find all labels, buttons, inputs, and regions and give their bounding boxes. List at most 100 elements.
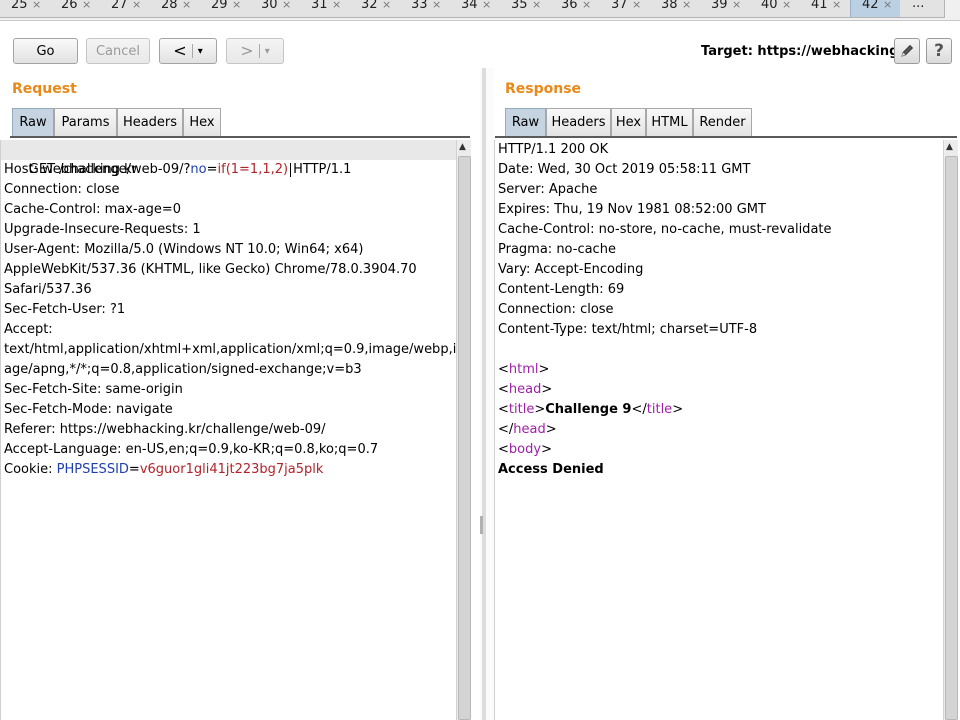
cancel-button[interactable]: Cancel — [86, 38, 150, 64]
request-header-line: text/html,application/xhtml+xml,applicat… — [4, 342, 469, 357]
request-header-line: Cache-Control: max-age=0 — [4, 202, 182, 217]
request-title: Request — [12, 81, 77, 97]
scroll-thumb[interactable] — [945, 156, 958, 720]
response-editor[interactable]: HTTP/1.1 200 OK Date: Wed, 30 Oct 2019 05… — [494, 140, 960, 720]
request-tab-raw[interactable]: Raw — [12, 108, 54, 136]
close-icon[interactable]: × — [532, 0, 541, 11]
tag-bracket: < — [498, 362, 509, 377]
close-icon[interactable]: × — [82, 0, 91, 11]
request-tab-33[interactable]: 33 × — [400, 0, 451, 18]
close-icon[interactable]: × — [682, 0, 691, 11]
close-icon[interactable]: × — [883, 0, 892, 11]
close-icon[interactable]: × — [382, 0, 391, 11]
close-icon[interactable]: × — [432, 0, 441, 11]
request-tab-31[interactable]: 31 × — [300, 0, 351, 18]
request-tab-params[interactable]: Params — [54, 108, 117, 136]
request-tab-28[interactable]: 28 × — [150, 0, 201, 18]
back-arrow-icon: < — [173, 41, 187, 60]
request-tab-label: 40 — [761, 0, 778, 12]
request-tab-32[interactable]: 32 × — [350, 0, 401, 18]
page-title-text: Challenge 9 — [545, 402, 632, 417]
scroll-up-icon[interactable]: ▲ — [459, 142, 466, 152]
request-tab-more[interactable]: ... — [900, 0, 945, 18]
close-icon[interactable]: × — [782, 0, 791, 11]
close-icon[interactable]: × — [282, 0, 291, 11]
question-icon: ? — [934, 41, 944, 61]
response-tab-raw[interactable]: Raw — [505, 108, 546, 136]
help-button[interactable]: ? — [926, 38, 952, 64]
response-tab-headers[interactable]: Headers — [546, 108, 611, 136]
tag-bracket: </ — [498, 422, 514, 437]
close-icon[interactable]: × — [32, 0, 41, 11]
request-tab-36[interactable]: 36 × — [550, 0, 601, 18]
request-tab-34[interactable]: 34 × — [450, 0, 501, 18]
request-header-line: Sec-Fetch-Site: same-origin — [4, 382, 183, 397]
edit-target-button[interactable] — [894, 38, 920, 64]
request-tab-42[interactable]: 42 × — [850, 0, 902, 18]
response-header-line: Content-Type: text/html; charset=UTF-8 — [498, 322, 758, 337]
response-header-line: Pragma: no-cache — [498, 242, 616, 257]
request-tab-41[interactable]: 41 × — [800, 0, 851, 18]
close-icon[interactable]: × — [832, 0, 841, 11]
tag-bracket: < — [498, 402, 509, 417]
close-icon[interactable]: × — [732, 0, 741, 11]
request-tab-30[interactable]: 30 × — [250, 0, 301, 18]
close-icon[interactable]: × — [582, 0, 591, 11]
cookie-value: v6guor1gli41jt223bg7ja5plk — [139, 462, 324, 477]
request-tab-hex[interactable]: Hex — [183, 108, 221, 136]
request-scrollbar[interactable]: ▲ — [456, 140, 471, 720]
response-tab-render[interactable]: Render — [693, 108, 752, 136]
response-tab-underline — [495, 136, 957, 138]
request-header-line: Safari/537.36 — [4, 282, 92, 297]
response-tab-html[interactable]: HTML — [646, 108, 693, 136]
close-icon[interactable]: × — [182, 0, 191, 11]
go-button[interactable]: Go — [13, 38, 78, 64]
back-button[interactable]: < ▾ — [159, 38, 217, 64]
request-tab-label: 42 — [862, 0, 879, 12]
request-tab-35[interactable]: 35 × — [500, 0, 551, 18]
pencil-icon — [901, 44, 914, 57]
request-header-line: age/apng,*/*;q=0.8,application/signed-ex… — [4, 362, 362, 377]
close-icon[interactable]: × — [482, 0, 491, 11]
request-tab-38[interactable]: 38 × — [650, 0, 701, 18]
close-icon[interactable]: × — [232, 0, 241, 11]
tag-bracket: </ — [631, 402, 647, 417]
request-tab-label: 34 — [461, 0, 478, 12]
request-tab-27[interactable]: 27 × — [100, 0, 151, 18]
scroll-up-icon[interactable]: ▲ — [946, 142, 953, 152]
scroll-thumb[interactable] — [458, 156, 471, 720]
close-icon[interactable]: × — [132, 0, 141, 11]
request-tab-39[interactable]: 39 × — [700, 0, 751, 18]
request-editor[interactable]: GET /challenge/web-09/?no=if(1=1,1,2) HTT… — [0, 140, 471, 720]
cookie-equals: = — [128, 462, 140, 477]
request-tab-29[interactable]: 29 × — [200, 0, 251, 18]
request-tab-37[interactable]: 37 × — [600, 0, 651, 18]
request-tab-label: ... — [912, 0, 925, 11]
forward-button[interactable]: > ▾ — [226, 38, 284, 64]
close-icon[interactable]: × — [632, 0, 641, 11]
response-tab-hex[interactable]: Hex — [611, 108, 646, 136]
request-tab-label: 39 — [711, 0, 728, 12]
request-tab-40[interactable]: 40 × — [750, 0, 801, 18]
tag-bracket: < — [498, 442, 509, 457]
request-header-line: Referer: https://webhacking.kr/challenge… — [4, 422, 326, 437]
request-tab-headers[interactable]: Headers — [117, 108, 183, 136]
request-header-line: Connection: close — [4, 182, 120, 197]
forward-dropdown-icon[interactable]: ▾ — [265, 46, 270, 57]
response-title: Response — [505, 81, 582, 97]
close-icon[interactable]: × — [332, 0, 341, 11]
response-scrollbar[interactable]: ▲ — [943, 140, 958, 720]
divider-grip[interactable] — [480, 516, 483, 534]
request-tab-25[interactable]: 25 × — [0, 0, 51, 18]
request-protocol: HTTP/1.1 — [293, 162, 352, 177]
cancel-button-label: Cancel — [95, 43, 141, 59]
back-dropdown-icon[interactable]: ▾ — [198, 46, 203, 57]
split-pane-divider[interactable] — [480, 68, 494, 720]
request-tab-label: 37 — [611, 0, 628, 12]
text-caret — [290, 162, 292, 177]
tag-name: body — [508, 442, 542, 457]
tag-bracket: > — [538, 362, 550, 377]
request-tab-26[interactable]: 26 × — [50, 0, 101, 18]
body-open-tag-line: <body> — [498, 440, 832, 460]
button-separator — [191, 44, 193, 58]
